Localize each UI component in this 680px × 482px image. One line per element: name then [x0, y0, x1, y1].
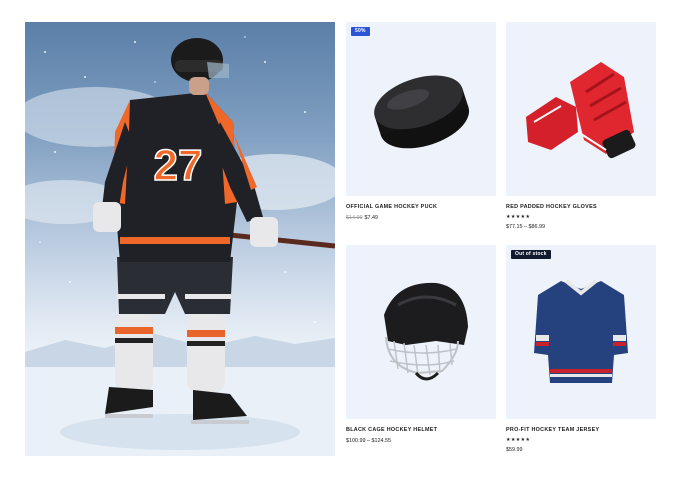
- rating-stars: ★★★★★: [506, 214, 531, 220]
- hockey-gloves-icon: [526, 62, 636, 159]
- sale-badge: 50%: [351, 27, 370, 36]
- current-price: $7.49: [364, 215, 379, 221]
- old-price: $14.99: [346, 215, 363, 221]
- hockey-helmet-icon: [384, 282, 468, 381]
- jersey-number: 27: [154, 141, 203, 190]
- hockey-puck-icon: [374, 75, 470, 149]
- product-price: $14.99 $7.49: [346, 215, 378, 221]
- product-image[interactable]: Out of stock: [506, 245, 656, 419]
- product-title[interactable]: Official Game Hockey Puck: [346, 204, 437, 210]
- product-image[interactable]: [506, 22, 656, 196]
- product-image[interactable]: [346, 245, 496, 419]
- stock-badge: Out of stock: [511, 250, 551, 259]
- product-price: $59.99: [506, 447, 523, 453]
- product-price: $77.15 – $86.99: [506, 224, 545, 230]
- product-image[interactable]: 50%: [346, 22, 496, 196]
- hero-image: 27: [25, 22, 335, 456]
- rating-stars: ★★★★★: [506, 437, 531, 443]
- product-price: $100.99 – $124.55: [346, 438, 391, 444]
- product-title[interactable]: Red Padded Hockey Gloves: [506, 204, 597, 210]
- product-title[interactable]: Black Cage Hockey Helmet: [346, 427, 437, 433]
- hockey-player-illustration: 27: [25, 36, 335, 456]
- hockey-jersey-icon: [534, 279, 628, 383]
- product-title[interactable]: Pro-Fit Hockey Team Jersey: [506, 427, 599, 433]
